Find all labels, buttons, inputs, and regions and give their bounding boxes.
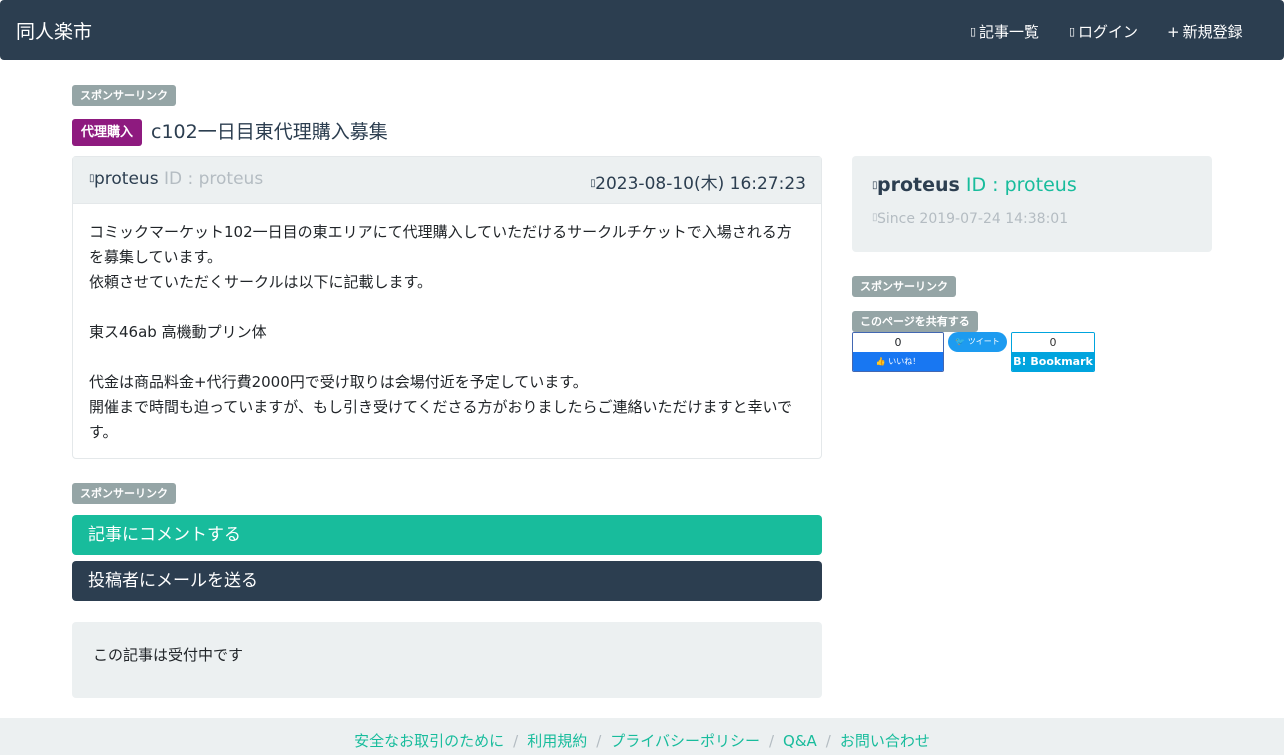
post-author-id: ID : proteus bbox=[163, 169, 264, 189]
post-body-line bbox=[89, 345, 805, 370]
profile-username: proteus bbox=[877, 174, 960, 196]
post-author-name: proteus bbox=[94, 169, 159, 189]
footer: 安全なお取引のために / 利用規約 / プライバシーポリシー / Q&A / お問い合わせ bbox=[0, 718, 1284, 755]
post-body-line: 開催まで時間も迫っていますが、もし引き受けてくださる方がおりましたらご連絡いただ… bbox=[89, 398, 793, 441]
profile-since: ▯Since 2019-07-24 14:38:01 bbox=[872, 211, 1068, 227]
sponsor-badge-top: スポンサーリンク bbox=[72, 85, 176, 106]
facebook-like-count: 0 bbox=[853, 333, 943, 352]
hatena-bookmark-button[interactable]: 0 B! Bookmark bbox=[1011, 332, 1095, 372]
nav-article-list-label: 記事一覧 bbox=[979, 23, 1040, 41]
nav-register-label: 新規登録 bbox=[1182, 23, 1243, 41]
mail-author-button[interactable]: 投稿者にメールを送る bbox=[72, 561, 822, 601]
post-card-header: ▯proteus ID : proteus ▯2023-08-10(木) 16:… bbox=[73, 157, 821, 204]
login-icon: ▯ bbox=[1069, 25, 1075, 38]
tweet-label: ツイート bbox=[967, 337, 1000, 346]
nav-register[interactable]: + 新規登録 bbox=[1167, 21, 1243, 42]
post-timestamp-text: 2023-08-10(木) 16:27:23 bbox=[595, 174, 806, 194]
author-profile-card: ▯proteus ID : proteus ▯Since 2019-07-24 … bbox=[852, 156, 1212, 252]
footer-link-qa[interactable]: Q&A bbox=[783, 732, 817, 750]
footer-link-terms[interactable]: 利用規約 bbox=[527, 732, 587, 750]
nav-login[interactable]: ▯ ログイン bbox=[1069, 21, 1138, 42]
sponsor-badge-sidebar: スポンサーリンク bbox=[852, 276, 956, 297]
post-body: コミックマーケット102一日目の東エリアにて代理購入していただけるサークルチケッ… bbox=[73, 204, 821, 445]
hatena-bookmark-count: 0 bbox=[1012, 333, 1094, 352]
post-body-line: 東ス46ab 高機動プリン体 bbox=[89, 323, 267, 341]
footer-separator: / bbox=[825, 732, 831, 750]
footer-links: 安全なお取引のために / 利用規約 / プライバシーポリシー / Q&A / お問い合わせ bbox=[0, 730, 1284, 751]
share-label-badge: このページを共有する bbox=[852, 311, 978, 332]
post-body-line: 代金は商品料金+代行費2000円で受け取りは会場付近を予定しています。 bbox=[89, 373, 588, 391]
thumbs-up-icon: 👍 bbox=[875, 357, 886, 366]
footer-separator: / bbox=[768, 732, 775, 750]
footer-link-contact[interactable]: お問い合わせ bbox=[840, 732, 930, 750]
site-brand[interactable]: 同人楽市 bbox=[16, 17, 92, 44]
navbar: 同人楽市 ▯ 記事一覧 ▯ ログイン + 新規登録 bbox=[0, 0, 1284, 60]
nav-login-label: ログイン bbox=[1078, 23, 1139, 41]
post-author[interactable]: ▯proteus ID : proteus bbox=[89, 169, 263, 189]
list-icon: ▯ bbox=[970, 25, 976, 38]
footer-link-safety[interactable]: 安全なお取引のために bbox=[354, 732, 504, 750]
footer-separator: / bbox=[596, 732, 602, 750]
facebook-like-text: いいね！ bbox=[888, 357, 921, 366]
post-card: ▯proteus ID : proteus ▯2023-08-10(木) 16:… bbox=[72, 156, 822, 459]
comment-button[interactable]: 記事にコメントする bbox=[72, 515, 822, 555]
status-text: この記事は受付中です bbox=[93, 646, 244, 664]
post-body-line: 依頼させていただくサークルは以下に記載します。 bbox=[89, 273, 433, 291]
tweet-button[interactable]: 🐦 ツイート bbox=[948, 332, 1007, 352]
post-body-line bbox=[89, 295, 805, 320]
profile-user-id: ID : proteus bbox=[965, 174, 1077, 196]
post-body-line: コミックマーケット102一日目の東エリアにて代理購入していただけるサークルチケッ… bbox=[89, 223, 792, 266]
category-badge: 代理購入 bbox=[72, 119, 143, 146]
footer-separator: / bbox=[513, 732, 519, 750]
footer-link-privacy[interactable]: プライバシーポリシー bbox=[610, 732, 760, 750]
facebook-like-label: 👍 いいね！ bbox=[853, 352, 943, 371]
facebook-like-button[interactable]: 0 👍 いいね！ bbox=[852, 332, 944, 372]
profile-name[interactable]: ▯proteus ID : proteus bbox=[872, 174, 1077, 196]
nav-article-list[interactable]: ▯ 記事一覧 bbox=[970, 21, 1039, 42]
twitter-bird-icon: 🐦 bbox=[955, 337, 966, 346]
post-timestamp: ▯2023-08-10(木) 16:27:23 bbox=[590, 169, 806, 194]
page-title: c102一日目東代理購入募集 bbox=[151, 121, 388, 143]
profile-since-text: Since 2019-07-24 14:38:01 bbox=[877, 211, 1069, 227]
plus-icon: + bbox=[1167, 22, 1180, 41]
status-panel: この記事は受付中です bbox=[72, 622, 822, 698]
hatena-bookmark-label: B! Bookmark bbox=[1012, 352, 1094, 371]
sponsor-badge-bottom: スポンサーリンク bbox=[72, 483, 176, 504]
